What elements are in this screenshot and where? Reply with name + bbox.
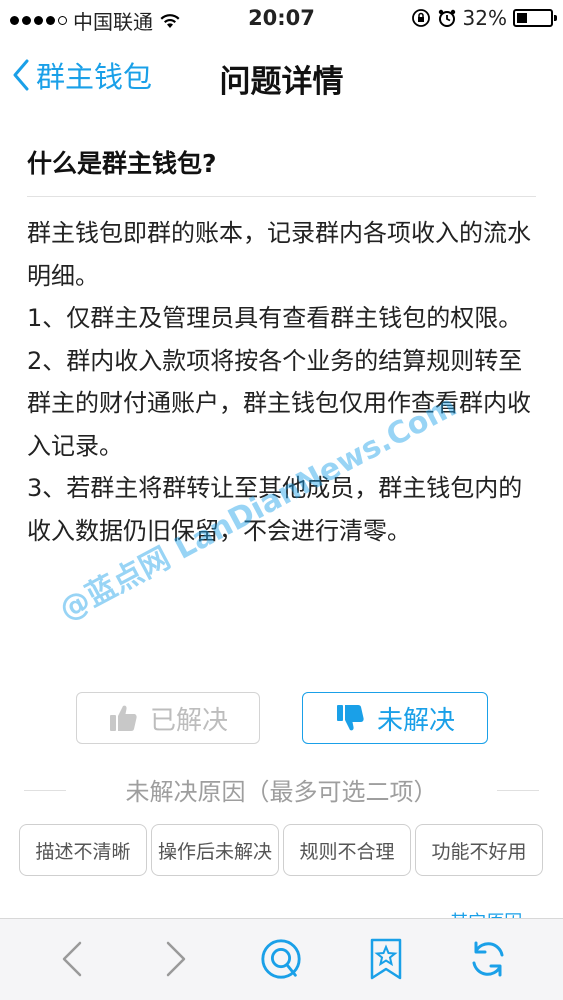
- reason-divider-right: [497, 790, 539, 791]
- thumbs-up-icon: [109, 705, 137, 731]
- reason-chip-not-resolved[interactable]: 操作后未解决: [151, 824, 279, 876]
- back-arrow-icon[interactable]: [50, 937, 94, 981]
- battery-icon: [513, 9, 557, 27]
- status-right: 32%: [411, 6, 557, 30]
- answer-paragraph: 3、若群主将群转让至其他成员，群主钱包内的收入数据仍旧保留，不会进行清零。: [27, 474, 523, 545]
- answer-body: 群主钱包即群的账本，记录群内各项收入的流水明细。 1、仅群主及管理员具有查看群主…: [27, 212, 536, 552]
- unsolved-button[interactable]: 未解决: [302, 692, 488, 744]
- solved-label: 已解决: [149, 705, 228, 736]
- alarm-icon: [438, 9, 455, 27]
- forward-arrow-icon[interactable]: [154, 937, 198, 981]
- bookmark-star-icon[interactable]: [364, 937, 408, 981]
- solved-button[interactable]: 已解决: [76, 692, 260, 744]
- reason-chip-bad-function[interactable]: 功能不好用: [415, 824, 543, 876]
- answer-paragraph: 1、仅群主及管理员具有查看群主钱包的权限。: [27, 304, 523, 332]
- browser-toolbar: [0, 918, 563, 1000]
- reason-header: 未解决原因（最多可选二项）: [0, 772, 563, 808]
- refresh-icon[interactable]: [466, 937, 510, 981]
- orientation-lock-icon: [411, 9, 430, 27]
- reason-chip-unclear[interactable]: 描述不清晰: [19, 824, 147, 876]
- thumbs-down-icon: [336, 705, 364, 731]
- reason-title: 未解决原因（最多可选二项）: [125, 778, 438, 806]
- page-title: 问题详情: [219, 64, 344, 100]
- question-title: 什么是群主钱包?: [27, 149, 217, 178]
- title-divider: [27, 196, 536, 197]
- nav-bar: 群主钱包 问题详情: [0, 38, 563, 116]
- battery-percent: 32%: [462, 6, 507, 30]
- qq-browser-icon[interactable]: [259, 937, 303, 981]
- status-bar: 中国联通 20:07 32%: [0, 0, 563, 38]
- reason-chip-unreasonable[interactable]: 规则不合理: [283, 824, 411, 876]
- unsolved-label: 未解决: [376, 705, 455, 736]
- answer-paragraph: 群主钱包即群的账本，记录群内各项收入的流水明细。: [27, 219, 531, 290]
- answer-paragraph: 2、群内收入款项将按各个业务的结算规则转至群主的财付通账户，群主钱包仅用作查看群…: [27, 346, 531, 460]
